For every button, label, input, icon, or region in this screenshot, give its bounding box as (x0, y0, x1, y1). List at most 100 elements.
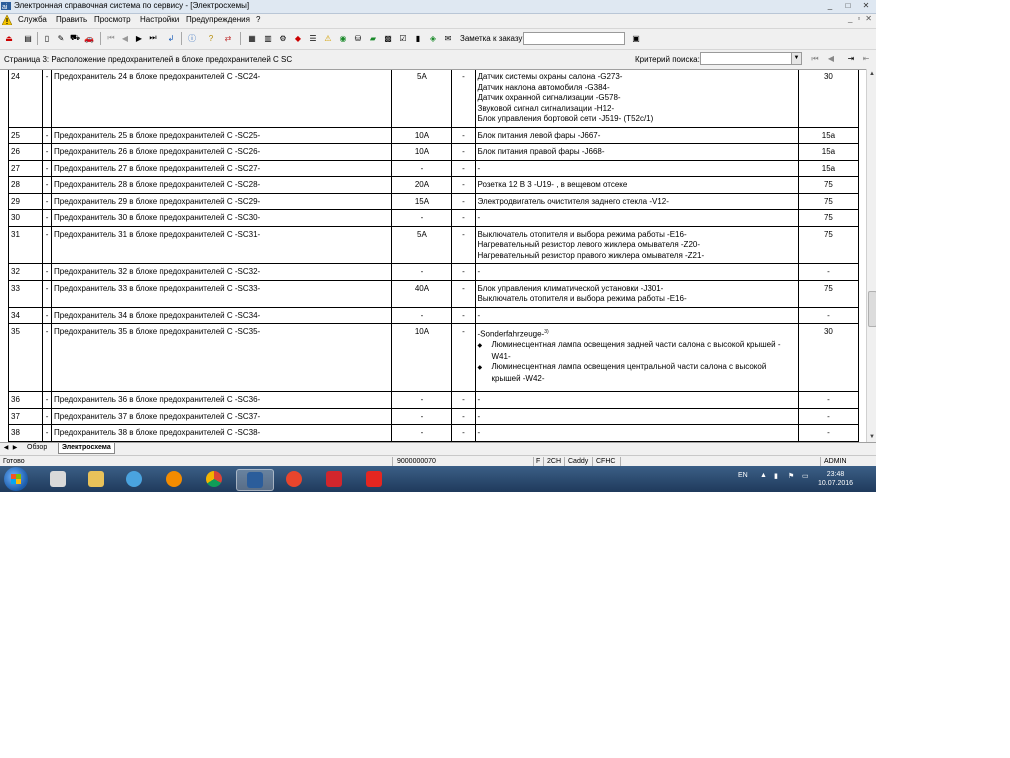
fuse-consumers: Датчик системы охраны салона -G273- Датчи… (474, 70, 799, 128)
fuse-number: 26 (7, 143, 44, 161)
search-first-icon[interactable]: ⏮ (808, 52, 822, 65)
consumer-line: - (477, 395, 481, 404)
fuse-number: 24 (7, 70, 44, 128)
taskbar-folder-icon[interactable] (78, 469, 114, 489)
list-icon[interactable]: ☰ (307, 32, 319, 44)
last-page-icon[interactable]: ⏭ (147, 32, 159, 44)
taskbar-video-icon[interactable] (316, 469, 352, 489)
table-row: 28- Предохранитель 28 в блоке предохранит… (7, 176, 860, 194)
language-indicator[interactable]: EN (738, 472, 748, 479)
alert-icon[interactable]: ⚠ (322, 32, 334, 44)
new-document-icon[interactable]: ▯ (41, 32, 53, 44)
search-prev-icon[interactable]: ◀ (824, 52, 838, 65)
menu-edit[interactable]: Править (56, 15, 87, 24)
fuse-consumers: - (474, 306, 799, 324)
maximize-button[interactable]: □ (842, 1, 854, 11)
first-page-icon[interactable]: ⏮ (105, 32, 117, 44)
fuse-terminal: - (797, 263, 860, 281)
fuse-terminal: 75 (797, 209, 860, 227)
tab-scroll-left-icon[interactable]: ◀ (2, 443, 10, 453)
scroll-up-icon[interactable]: ▲ (867, 69, 876, 79)
fuse-rating: - (391, 209, 453, 227)
prev-page-icon[interactable]: ◀ (119, 32, 131, 44)
consumer-line: - (477, 213, 481, 222)
tray-network-icon[interactable]: ▮ (774, 472, 778, 480)
order-note-input[interactable] (523, 32, 625, 45)
vehicle-icon[interactable]: ⛟ (69, 32, 81, 44)
close-button[interactable]: ✕ (860, 1, 872, 11)
start-button[interactable] (4, 467, 28, 491)
tab-overview[interactable]: Обзор (24, 443, 50, 453)
tray-flag-icon[interactable]: ⚑ (788, 472, 794, 480)
next-page-icon[interactable]: ▶ (133, 32, 145, 44)
mdi-close-button[interactable]: ✕ (865, 14, 872, 23)
tray-monitor-icon[interactable]: ▭ (802, 472, 809, 480)
tools-icon[interactable]: ⚙ (277, 32, 289, 44)
consumer-line: - (477, 163, 481, 173)
exit-icon[interactable]: ⏏ (3, 32, 15, 44)
scroll-down-icon[interactable]: ▼ (867, 432, 876, 442)
module-icon[interactable]: ◈ (427, 32, 439, 44)
swap-icon[interactable]: ⇄ (222, 32, 234, 44)
menu-service[interactable]: Служба (18, 15, 47, 24)
manual-icon[interactable]: ▥ (262, 32, 274, 44)
consumer-bullet-text: Люминесцентная лампа освещения центральн… (491, 362, 767, 383)
print-icon[interactable]: ▤ (22, 32, 34, 44)
taskbar-explorer-icon[interactable] (40, 469, 76, 489)
tab-scroll-right-icon[interactable]: ▶ (11, 443, 19, 453)
return-icon[interactable]: ↲ (165, 32, 177, 44)
edit-document-icon[interactable]: ✎ (55, 32, 67, 44)
scroll-thumb[interactable] (868, 291, 876, 327)
fuse-rating: 5A (391, 225, 453, 264)
menu-view[interactable]: Просмотр (94, 15, 131, 24)
vertical-scrollbar[interactable]: ▲ ▼ (866, 69, 876, 442)
tray-arrow-icon[interactable]: ▲ (760, 472, 767, 479)
fuse-number: 37 (7, 407, 44, 425)
document-view[interactable]: 24- Предохранитель 24 в блоке предохранит… (0, 69, 866, 443)
table-row: 25- Предохранитель 25 в блоке предохранит… (7, 126, 860, 144)
mdi-minimize-button[interactable]: _ (848, 14, 852, 23)
help-icon[interactable]: ? (205, 32, 217, 44)
order-note-label: Заметка к заказу: (460, 34, 525, 43)
status-code: 9000000070 (397, 458, 436, 465)
table-row: 29- Предохранитель 29 в блоке предохранит… (7, 192, 860, 210)
fuse-number: 28 (7, 176, 44, 194)
taskbar-browser-icon[interactable] (276, 469, 312, 489)
tab-wiring-diagram[interactable]: Электросхема (58, 443, 115, 454)
menu-help[interactable]: ? (256, 15, 260, 24)
footnote-marker[interactable]: 3) (544, 329, 548, 335)
table-row: 30- Предохранитель 30 в блоке предохранит… (7, 209, 860, 227)
fuse-separator: - (42, 126, 53, 144)
fuse-name: Предохранитель 28 в блоке предохранителе… (51, 176, 393, 194)
mdi-restore-button[interactable]: ▫ (857, 14, 860, 23)
globe-icon[interactable]: ◉ (337, 32, 349, 44)
info-icon[interactable]: ⓘ (186, 32, 198, 44)
notes-icon[interactable]: ✉ (442, 32, 454, 44)
book-icon[interactable]: ▦ (246, 32, 258, 44)
menu-warnings[interactable]: Предупреждения (186, 15, 250, 24)
chevron-down-icon[interactable]: ▼ (791, 53, 801, 64)
status-engine: CFHC (596, 458, 616, 465)
search-select[interactable]: ▼ (700, 52, 802, 65)
checklist-icon[interactable]: ☑ (397, 32, 409, 44)
table-row: 26- Предохранитель 26 в блоке предохранит… (7, 143, 860, 161)
note-edit-icon[interactable]: ▣ (630, 32, 642, 44)
diagnosis-icon[interactable]: ◆ (292, 32, 304, 44)
fuse-name: Предохранитель 36 в блоке предохранителе… (51, 391, 393, 409)
taskbar-avast-icon[interactable] (156, 469, 192, 489)
clock[interactable]: 23:48 10.07.2016 (818, 470, 853, 488)
search-next-icon[interactable]: ⇥ (844, 52, 858, 65)
taskbar-chrome-icon[interactable] (196, 469, 232, 489)
catalog-icon[interactable]: ▩ (382, 32, 394, 44)
search-last-icon[interactable]: ⇤ (859, 52, 873, 65)
taskbar-yandex-icon[interactable] (356, 469, 392, 489)
minimize-button[interactable]: _ (824, 1, 836, 11)
taskbar-elsa-icon[interactable] (236, 469, 274, 491)
database-icon[interactable]: ⛁ (352, 32, 364, 44)
bookmark-icon[interactable]: ▮ (412, 32, 424, 44)
car-icon[interactable]: 🚗 (83, 32, 95, 44)
fuse-rating: 5A (391, 70, 453, 128)
taskbar-media-icon[interactable] (116, 469, 152, 489)
green-book-icon[interactable]: ▰ (367, 32, 379, 44)
menu-settings[interactable]: Настройки (140, 15, 179, 24)
